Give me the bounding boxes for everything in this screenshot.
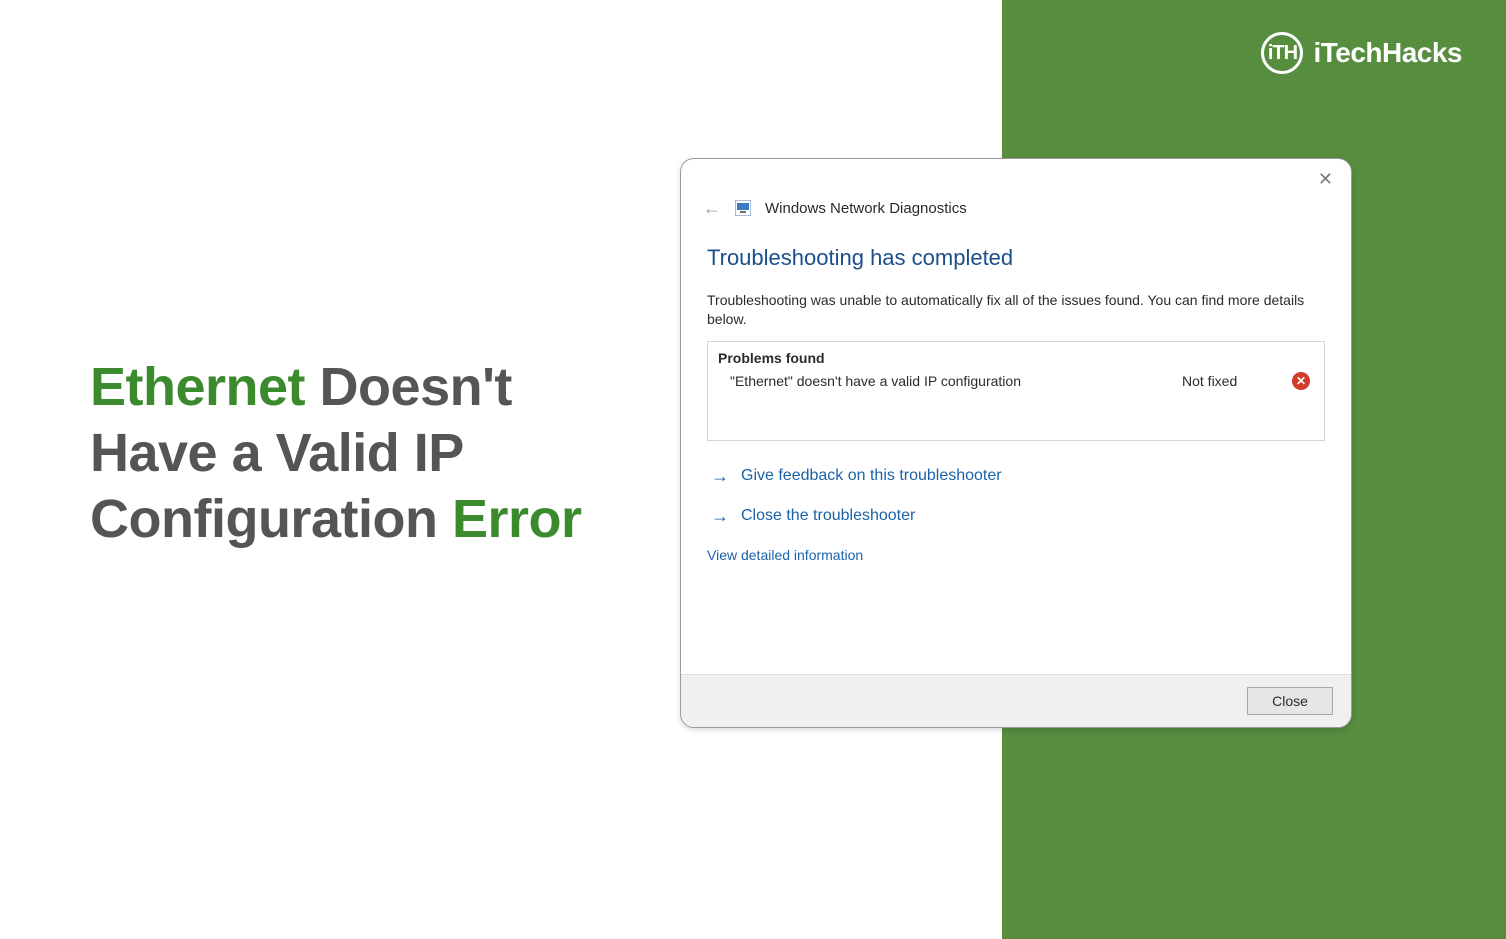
arrow-right-icon: →	[711, 507, 729, 525]
page-title: Ethernet Doesn't Have a Valid IP Configu…	[90, 355, 630, 553]
give-feedback-link[interactable]: → Give feedback on this troubleshooter	[707, 467, 1325, 485]
error-icon: ✕	[1292, 372, 1310, 390]
close-icon[interactable]: ✕	[1318, 169, 1333, 190]
problem-status: Not fixed	[1182, 373, 1292, 389]
dialog-footer: Close	[681, 674, 1351, 727]
headline-word-error: Error	[452, 489, 582, 549]
close-button[interactable]: Close	[1247, 687, 1333, 715]
problems-found-title: Problems found	[718, 350, 1314, 366]
dialog-body: Troubleshooting has completed Troublesho…	[681, 225, 1351, 674]
brand-badge-icon: iTH	[1261, 32, 1303, 74]
troubleshoot-subtext: Troubleshooting was unable to automatica…	[707, 291, 1325, 329]
view-detailed-info-link[interactable]: View detailed information	[707, 547, 1325, 563]
problem-row: "Ethernet" doesn't have a valid IP confi…	[718, 372, 1314, 390]
troubleshooter-dialog: ✕ ← Windows Network Diagnostics Troubles…	[680, 158, 1352, 728]
troubleshoot-heading: Troubleshooting has completed	[707, 245, 1325, 271]
give-feedback-label: Give feedback on this troubleshooter	[741, 467, 1002, 485]
close-troubleshooter-label: Close the troubleshooter	[741, 507, 915, 525]
brand-name: iTechHacks	[1313, 37, 1462, 69]
arrow-right-icon: →	[711, 467, 729, 485]
dialog-header: ← Windows Network Diagnostics	[681, 181, 1351, 225]
page-canvas: iTH iTechHacks Ethernet Doesn't Have a V…	[0, 0, 1506, 939]
dialog-title: Windows Network Diagnostics	[765, 200, 967, 217]
network-diagnostics-icon	[735, 200, 751, 216]
problems-found-box: Problems found "Ethernet" doesn't have a…	[707, 341, 1325, 441]
close-troubleshooter-link[interactable]: → Close the troubleshooter	[707, 507, 1325, 525]
back-arrow-icon[interactable]: ←	[703, 199, 721, 217]
problem-text: "Ethernet" doesn't have a valid IP confi…	[730, 373, 1182, 389]
headline-word-ethernet: Ethernet	[90, 357, 305, 417]
brand-logo: iTH iTechHacks	[1261, 32, 1462, 74]
